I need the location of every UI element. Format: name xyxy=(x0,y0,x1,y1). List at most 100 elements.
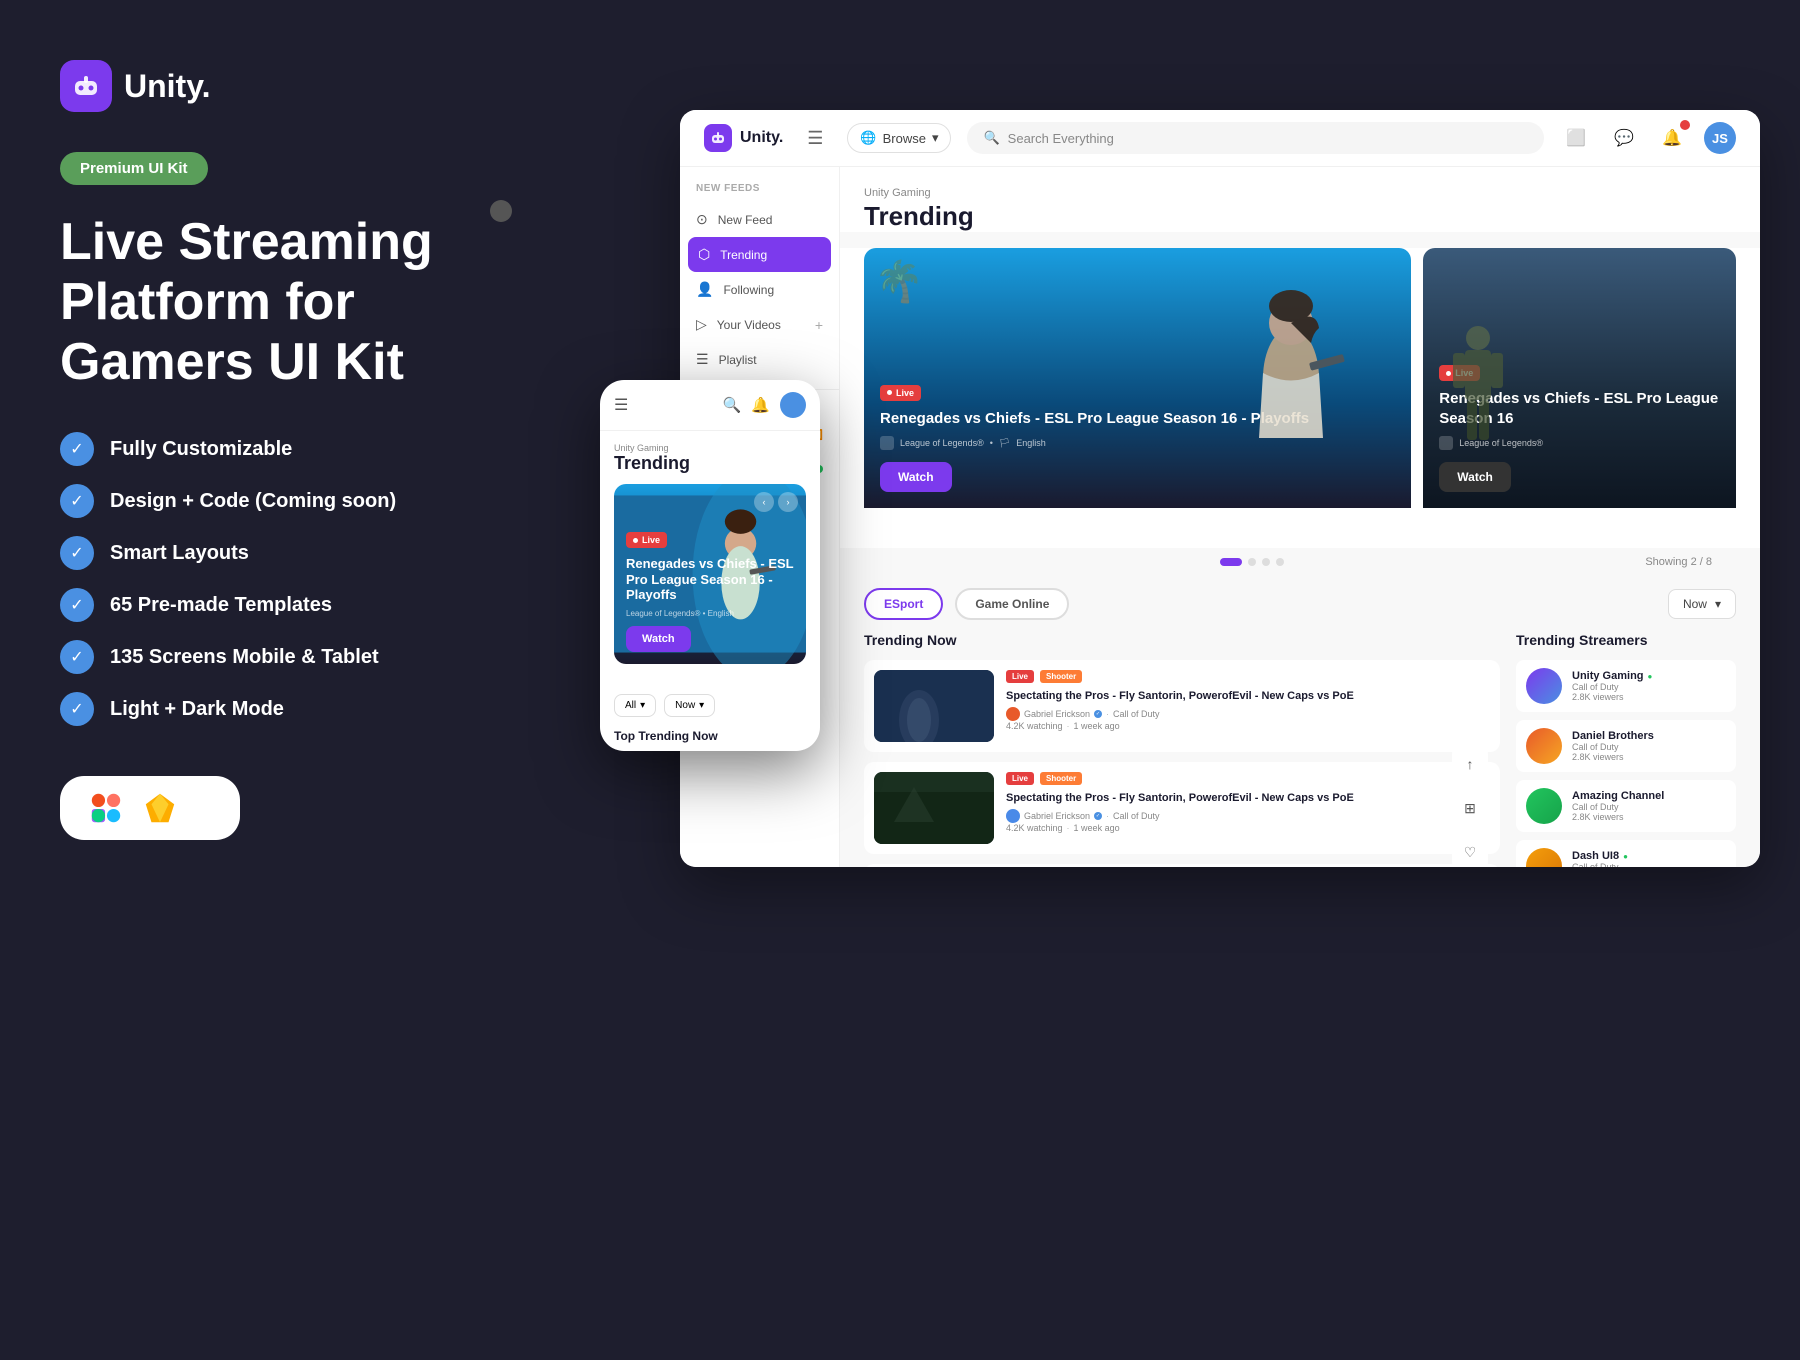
mobile-watch-button[interactable]: Watch xyxy=(626,626,691,652)
sidebar-section-new-feeds: New Feeds xyxy=(680,183,839,194)
mobile-search-icon[interactable]: 🔍 xyxy=(723,396,742,414)
browse-menu[interactable]: 🌐 Browse ▾ xyxy=(847,123,951,153)
video-meta-2: Gabriel Erickson ✓ · Call of Duty xyxy=(1006,809,1490,823)
notification-icon[interactable]: 🔔 xyxy=(1656,122,1688,154)
page-dot-3[interactable] xyxy=(1262,558,1270,566)
following-icon: 👤 xyxy=(696,281,713,298)
left-panel: Unity. Premium UI Kit Live Streaming Pla… xyxy=(60,60,480,840)
feature-text-5: 135 Screens Mobile & Tablet xyxy=(110,646,379,669)
sidebar-item-following[interactable]: 👤 Following xyxy=(680,272,839,307)
streamer-name-box-1: Unity Gaming ● xyxy=(1572,670,1726,682)
page-dot-4[interactable] xyxy=(1276,558,1284,566)
figma-icon xyxy=(88,790,124,826)
badge-live-1: Live xyxy=(1006,670,1034,683)
palm-tree-icon: 🌴 xyxy=(874,258,924,305)
streamer-item-3[interactable]: Amazing Channel Call of Duty 2.8K viewer… xyxy=(1516,780,1736,832)
filter-esport[interactable]: ESport xyxy=(864,588,943,620)
home-icon: ⊙ xyxy=(696,211,708,228)
check-icon-5: ✓ xyxy=(60,640,94,674)
mobile-hero-content: Live Renegades vs Chiefs - ESL Pro Leagu… xyxy=(626,530,794,652)
video-stats-1: 4.2K watching · 1 week ago xyxy=(1006,721,1490,731)
sep-2: · xyxy=(1106,811,1109,821)
video-title-1: Spectating the Pros - Fly Santorin, Powe… xyxy=(1006,689,1490,703)
search-bar[interactable]: 🔍 Search Everything xyxy=(967,122,1544,154)
thumb-art-2 xyxy=(874,772,994,844)
hamburger-icon[interactable]: ☰ xyxy=(807,128,823,149)
mobile-next-btn[interactable]: › xyxy=(778,492,798,512)
mobile-hero-card: ‹ › Live Renegades vs Chiefs - ESL Pro L… xyxy=(614,484,806,664)
sidebar-item-trending[interactable]: ⬡ Trending xyxy=(688,237,831,272)
trending-now-title: Trending Now xyxy=(864,632,1500,648)
streamer-item-1[interactable]: Unity Gaming ● Call of Duty 2.8K viewers xyxy=(1516,660,1736,712)
mobile-live-badge: Live xyxy=(626,532,667,548)
sidebar-item-new-feed[interactable]: ⊙ New Feed xyxy=(680,202,839,237)
trending-streamers-title: Trending Streamers xyxy=(1516,632,1736,648)
filter-game-online[interactable]: Game Online xyxy=(955,588,1069,620)
user-avatar[interactable]: JS xyxy=(1704,122,1736,154)
streamer-viewers-2: 2.8K viewers xyxy=(1572,752,1726,762)
content-header: Unity Gaming Trending xyxy=(840,167,1760,232)
add-icon: + xyxy=(815,317,823,333)
playlist-icon: ☰ xyxy=(696,351,709,368)
filter-now-mobile-label: Now xyxy=(675,700,695,711)
mobile-menu-icon[interactable]: ☰ xyxy=(614,395,628,415)
mobile-notification-icon[interactable]: 🔔 xyxy=(751,396,770,414)
video-icon: ▷ xyxy=(696,316,707,333)
streamer-name-box-2: Daniel Brothers xyxy=(1572,730,1726,742)
video-thumb-2 xyxy=(874,772,994,844)
video-meta-1: Gabriel Erickson ✓ · Call of Duty xyxy=(1006,707,1490,721)
streamer-name-2: Gabriel Erickson xyxy=(1024,811,1090,821)
mobile-prev-btn[interactable]: ‹ xyxy=(754,492,774,512)
badge-shooter-1: Shooter xyxy=(1040,670,1082,683)
video-badges-2: Live Shooter xyxy=(1006,772,1490,785)
feature-list: ✓ Fully Customizable ✓ Design + Code (Co… xyxy=(60,432,480,726)
filter-now-label: Now xyxy=(1683,597,1707,611)
mobile-content: Unity Gaming Trending ‹ › xyxy=(600,431,820,686)
sidebar-item-your-videos[interactable]: ▷ Your Videos + xyxy=(680,307,839,342)
pagination-row: Showing 2 / 8 xyxy=(840,548,1760,576)
share-float-btn[interactable]: ↑ xyxy=(1452,746,1488,782)
filter-now-dropdown[interactable]: Now ▾ xyxy=(1668,589,1736,619)
save-float-btn[interactable]: ⊞ xyxy=(1452,790,1488,826)
screenshots-area: Unity. ☰ 🌐 Browse ▾ 🔍 Search Everything … xyxy=(600,0,1800,1360)
thumb-art-1 xyxy=(874,670,994,742)
streamer-game-3: Call of Duty xyxy=(1572,802,1726,812)
logo-area: Unity. xyxy=(60,60,480,112)
streamer-item-2[interactable]: Daniel Brothers Call of Duty 2.8K viewer… xyxy=(1516,720,1736,772)
page-dot-1[interactable] xyxy=(1220,558,1242,566)
verified-dot-4: ● xyxy=(1623,852,1628,861)
dropdown-chevron-icon: ▾ xyxy=(1715,597,1721,611)
character-art-1 xyxy=(1231,278,1351,468)
streamer-name-1: Gabriel Erickson xyxy=(1024,709,1090,719)
hero-card-1: 🌴 Live Renegades vs Chiefs - ESL Pro Lea… xyxy=(864,248,1411,528)
sidebar-item-playlist[interactable]: ☰ Playlist xyxy=(680,342,839,377)
mobile-nav: ☰ 🔍 🔔 xyxy=(600,380,820,431)
video-badges-1: Live Shooter xyxy=(1006,670,1490,683)
streamer-item-4[interactable]: Dash UI8 ● Call of Duty 2.8K viewers xyxy=(1516,840,1736,867)
screen-icon[interactable]: ⬜ xyxy=(1560,122,1592,154)
streamer-avatar-2 xyxy=(1526,728,1562,764)
game-tag-2: Call of Duty xyxy=(1113,811,1160,821)
game-icon-1 xyxy=(880,436,894,450)
streamer-info-1: Unity Gaming ● Call of Duty 2.8K viewers xyxy=(1572,670,1726,702)
time-ago-1: 1 week ago xyxy=(1074,721,1120,731)
like-float-btn[interactable]: ♡ xyxy=(1452,834,1488,867)
flag-icon: 🏳 xyxy=(999,438,1010,449)
check-icon-4: ✓ xyxy=(60,588,94,622)
pagination-dots xyxy=(864,558,1639,566)
streamer-name-box-4: Dash UI8 ● xyxy=(1572,850,1726,862)
watch-button-1[interactable]: Watch xyxy=(880,462,952,492)
nav-logo-icon xyxy=(704,124,732,152)
chat-icon[interactable]: 💬 xyxy=(1608,122,1640,154)
main-content-area: New Feeds ⊙ New Feed ⬡ Trending 👤 Follow… xyxy=(680,167,1760,867)
mobile-filter-now[interactable]: Now ▾ xyxy=(664,694,715,717)
page-dot-2[interactable] xyxy=(1248,558,1256,566)
floating-action-panel: ↑ ⊞ ♡ xyxy=(1452,746,1488,867)
sidebar-label-your-videos: Your Videos xyxy=(717,318,781,332)
content-subtitle: Unity Gaming xyxy=(864,187,1736,199)
check-icon-2: ✓ xyxy=(60,484,94,518)
mobile-filter-all[interactable]: All ▾ xyxy=(614,694,656,717)
feature-item-1: ✓ Fully Customizable xyxy=(60,432,480,466)
mobile-mockup: ☰ 🔍 🔔 Unity Gaming Trending xyxy=(600,380,820,751)
mobile-user-avatar[interactable] xyxy=(780,392,806,418)
